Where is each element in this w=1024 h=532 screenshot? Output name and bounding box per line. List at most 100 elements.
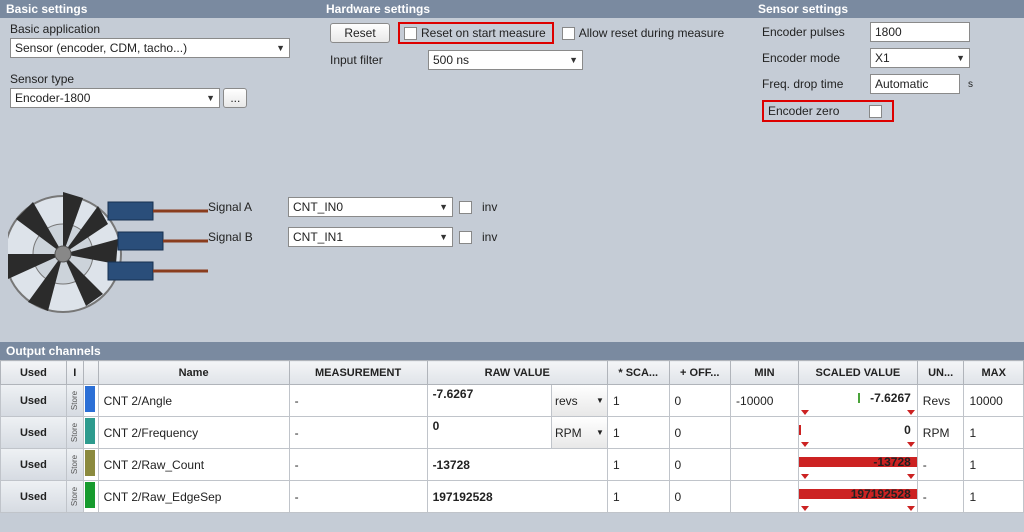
table-row: Used Store CNT 2/Raw_EdgeSep - 197192528…	[1, 481, 1024, 513]
used-toggle[interactable]: Used	[1, 481, 66, 512]
max-value: 1	[964, 456, 1023, 474]
encoder-illustration	[0, 176, 208, 326]
signal-a-inv-label: inv	[482, 200, 497, 214]
allow-reset-checkbox[interactable]	[562, 27, 575, 40]
channel-color-swatch[interactable]	[85, 450, 95, 476]
min-value	[731, 495, 798, 499]
encoder-mode-dropdown[interactable]: X1 ▼	[870, 48, 970, 68]
raw-value: 0	[428, 417, 551, 448]
reset-on-start-checkbox[interactable]	[404, 27, 417, 40]
basic-application-label: Basic application	[10, 22, 100, 36]
col-raw-value[interactable]: RAW VALUE	[427, 361, 607, 385]
col-off[interactable]: + OFF...	[669, 361, 731, 385]
sensor-type-more-button[interactable]: ...	[223, 88, 247, 108]
basic-application-dropdown[interactable]: Sensor (encoder, CDM, tacho...) ▼	[10, 38, 290, 58]
chevron-down-icon: ▼	[569, 55, 578, 65]
signal-b-label: Signal B	[208, 222, 288, 252]
raw-value: -7.6267	[428, 385, 551, 416]
offset-value[interactable]: 0	[670, 424, 731, 442]
col-store[interactable]: I	[66, 361, 83, 385]
panel-hardware-settings: Reset Reset on start measure Allow reset…	[320, 18, 752, 136]
signal-a-label: Signal A	[208, 192, 288, 222]
signal-b-dropdown[interactable]: CNT_IN1 ▼	[288, 227, 453, 247]
scaled-value-cell: -7.6267	[799, 385, 917, 416]
channel-name: CNT 2/Frequency	[99, 424, 289, 442]
input-filter-label: Input filter	[330, 53, 420, 67]
offset-value[interactable]: 0	[670, 392, 731, 410]
encoder-mode-label: Encoder mode	[762, 51, 862, 65]
min-value	[731, 431, 798, 435]
raw-unit-dropdown[interactable]: RPM▼	[551, 417, 607, 448]
max-value: 1	[964, 488, 1023, 506]
measurement: -	[290, 488, 427, 506]
raw-value: 197192528	[428, 488, 607, 506]
unit-value: RPM	[918, 424, 964, 442]
col-measurement[interactable]: MEASUREMENT	[289, 361, 427, 385]
unit-value: -	[918, 488, 964, 506]
scale-factor[interactable]: 1	[608, 392, 669, 410]
unit-value: -	[918, 456, 964, 474]
header-hardware: Hardware settings	[320, 0, 752, 18]
channel-color-swatch[interactable]	[85, 386, 95, 412]
used-toggle[interactable]: Used	[1, 417, 66, 448]
output-channels-table: Used I Name MEASUREMENT RAW VALUE * SCA.…	[0, 360, 1024, 513]
encoder-pulses-input[interactable]: 1800	[870, 22, 970, 42]
freq-drop-input[interactable]: Automatic	[870, 74, 960, 94]
col-min[interactable]: MIN	[731, 361, 799, 385]
header-output: Output channels	[0, 342, 1024, 360]
scale-factor[interactable]: 1	[608, 456, 669, 474]
scaled-value-cell: 0	[799, 417, 917, 448]
chevron-down-icon: ▼	[439, 202, 448, 212]
signal-a-inv-checkbox[interactable]	[459, 201, 472, 214]
panel-basic-settings: Basic application Sensor (encoder, CDM, …	[0, 18, 320, 136]
used-toggle[interactable]: Used	[1, 385, 66, 416]
chevron-down-icon: ▼	[596, 396, 604, 405]
channel-color-swatch[interactable]	[85, 418, 95, 444]
col-sca[interactable]: * SCA...	[607, 361, 669, 385]
offset-value[interactable]: 0	[670, 456, 731, 474]
channel-name: CNT 2/Angle	[99, 392, 289, 410]
sensor-type-dropdown[interactable]: Encoder-1800 ▼	[10, 88, 220, 108]
encoder-mode-value: X1	[875, 51, 890, 65]
signal-b-value: CNT_IN1	[293, 230, 343, 244]
reset-on-start-label: Reset on start measure	[421, 26, 546, 40]
signal-b-inv-checkbox[interactable]	[459, 231, 472, 244]
max-value: 10000	[964, 392, 1023, 410]
reset-button[interactable]: Reset	[330, 23, 390, 43]
sensor-type-value: Encoder-1800	[15, 91, 90, 105]
col-scaled[interactable]: SCALED VALUE	[798, 361, 917, 385]
input-filter-dropdown[interactable]: 500 ns ▼	[428, 50, 583, 70]
offset-value[interactable]: 0	[670, 488, 731, 506]
encoder-zero-checkbox[interactable]	[869, 105, 882, 118]
basic-application-value: Sensor (encoder, CDM, tacho...)	[15, 41, 187, 55]
col-color[interactable]	[83, 361, 98, 385]
col-unit[interactable]: UN...	[917, 361, 964, 385]
min-value	[731, 463, 798, 467]
channel-color-swatch[interactable]	[85, 482, 95, 508]
encoder-zero-highlight: Encoder zero	[762, 100, 894, 122]
min-value: -10000	[731, 392, 798, 410]
col-max[interactable]: MAX	[964, 361, 1024, 385]
measurement: -	[290, 424, 427, 442]
chevron-down-icon: ▼	[439, 232, 448, 242]
store-toggle[interactable]: Store	[67, 449, 83, 480]
col-used[interactable]: Used	[1, 361, 67, 385]
header-basic: Basic settings	[0, 0, 320, 18]
signal-a-dropdown[interactable]: CNT_IN0 ▼	[288, 197, 453, 217]
encoder-pulses-label: Encoder pulses	[762, 25, 862, 39]
col-name[interactable]: Name	[98, 361, 289, 385]
store-toggle[interactable]: Store	[67, 417, 83, 448]
signal-a-value: CNT_IN0	[293, 200, 343, 214]
panel-sensor-settings: Encoder pulses 1800 Encoder mode X1 ▼ Fr…	[752, 18, 1024, 136]
freq-drop-label: Freq. drop time	[762, 77, 862, 91]
scale-factor[interactable]: 1	[608, 424, 669, 442]
scale-factor[interactable]: 1	[608, 488, 669, 506]
allow-reset-label: Allow reset during measure	[579, 26, 724, 40]
store-toggle[interactable]: Store	[67, 385, 83, 416]
used-toggle[interactable]: Used	[1, 449, 66, 480]
channel-name: CNT 2/Raw_Count	[99, 456, 289, 474]
store-toggle[interactable]: Store	[67, 481, 83, 512]
table-row: Used Store CNT 2/Frequency - 0RPM▼ 1 0 0…	[1, 417, 1024, 449]
raw-unit-dropdown[interactable]: revs▼	[551, 385, 607, 416]
chevron-down-icon: ▼	[956, 53, 965, 63]
